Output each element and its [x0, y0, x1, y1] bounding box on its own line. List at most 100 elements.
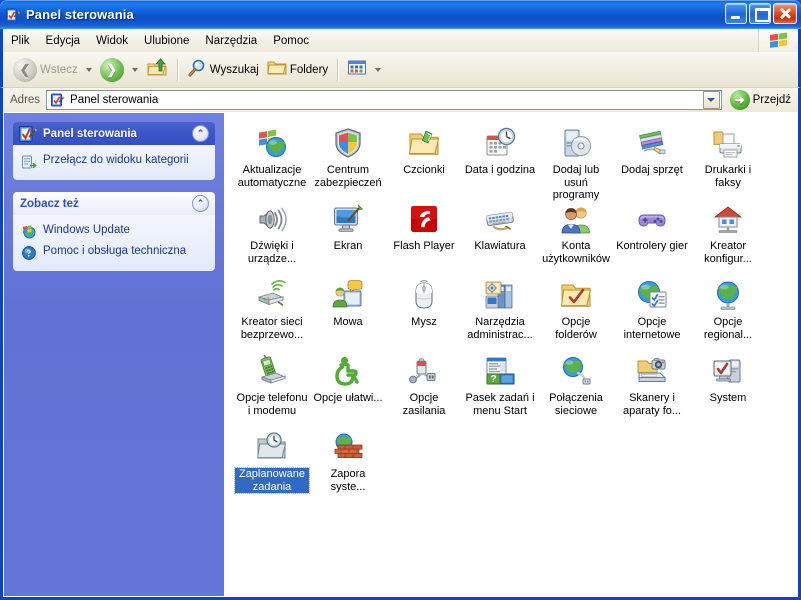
toolbar-separator-2 [337, 58, 339, 81]
address-input[interactable]: Panel sterowania [46, 90, 722, 110]
cp-item-label: Drukarki i faksy [704, 164, 752, 189]
add-remove-programs-icon [560, 127, 592, 159]
cp-item-printers-faxes[interactable]: Drukarki i faksy [691, 123, 765, 199]
cp-item-scanners-cameras[interactable]: Skanery i aparaty fo... [615, 351, 689, 427]
cp-item-scheduled-tasks[interactable]: Zaplanowane zadania [234, 427, 310, 503]
menu-bar: Plik Edycja Widok Ulubione Narzędzia Pom… [0, 29, 801, 52]
cp-item-label: Ekran [333, 240, 363, 252]
cp-item-add-remove-programs[interactable]: Dodaj lub usuń programy [539, 123, 613, 201]
cp-item-internet-options[interactable]: Opcje internetowe [615, 275, 689, 351]
cp-item-network-setup-wizard[interactable]: Kreator konfigur... [691, 199, 765, 275]
toolbar-separator [176, 58, 178, 81]
chevron-up-icon[interactable]: ⌃ [192, 195, 209, 212]
cp-item-taskbar-start-menu[interactable]: ? Pasek zadań i menu Start [463, 351, 537, 427]
add-hardware-icon [636, 127, 668, 159]
cp-item-phone-modem-options[interactable]: Opcje telefonu i modemu [235, 351, 309, 427]
go-button[interactable]: ➜ Przejdź [726, 89, 795, 111]
folders-button-label: Foldery [289, 63, 329, 76]
cp-item-display[interactable]: Ekran [311, 199, 385, 275]
folders-button[interactable]: Foldery [263, 56, 332, 84]
user-accounts-icon [560, 203, 592, 235]
views-dropdown-icon[interactable] [375, 67, 382, 72]
cp-item-label: Konta użytkowników [542, 240, 610, 265]
sidebar-panel-control-panel: Panel sterowania ⌃ Przełącz do widoku ka… [13, 122, 215, 180]
cp-item-label: Narzędzia administrac... [467, 316, 533, 341]
views-button[interactable] [343, 56, 371, 84]
close-button[interactable] [773, 3, 797, 24]
address-dropdown-button[interactable] [702, 91, 720, 109]
cp-item-speech[interactable]: Mowa [311, 275, 385, 351]
maximize-button[interactable] [749, 3, 771, 24]
chevron-up-icon[interactable]: ⌃ [192, 125, 209, 142]
sidebar-panel-header-2[interactable]: Zobacz też ⌃ [13, 192, 215, 215]
green-arrow-right-icon: ➜ [729, 90, 750, 110]
sidebar-link-windows-update[interactable]: Windows Update [21, 221, 207, 242]
sidebar: Panel sterowania ⌃ Przełącz do widoku ka… [4, 113, 224, 596]
scheduled-tasks-icon [256, 431, 288, 463]
sidebar-link-help-and-support[interactable]: ? Pomoc i obsługa techniczna [21, 242, 207, 263]
cp-item-system[interactable]: System [691, 351, 765, 427]
taskbar-start-menu-icon: ? [484, 355, 516, 387]
speech-icon [332, 279, 364, 311]
cp-item-sounds-audio-devices[interactable]: Dźwięki i urządze... [235, 199, 309, 275]
explorer-window: Panel sterowania Plik Edycja Widok Ulubi… [0, 0, 801, 600]
power-options-icon [408, 355, 440, 387]
printers-faxes-icon [712, 127, 744, 159]
cp-item-windows-firewall[interactable]: Zapora syste... [311, 427, 385, 503]
cp-item-user-accounts[interactable]: Konta użytkowników [539, 199, 613, 275]
cp-item-administrative-tools[interactable]: Narzędzia administrac... [463, 275, 537, 351]
cp-item-accessibility-options[interactable]: Opcje ułatwi... [311, 351, 385, 427]
cp-item-label: System [709, 392, 747, 404]
menu-item-tools[interactable]: Narzędzia [197, 33, 265, 49]
forward-button[interactable]: ❯ [96, 56, 128, 84]
menu-item-edit[interactable]: Edycja [38, 33, 89, 49]
sidebar-panel-see-also: Zobacz też ⌃ Windows Update ? Pomoc i ob… [13, 192, 215, 271]
cp-item-network-connections[interactable]: Połączenia sieciowe [539, 351, 613, 427]
back-button[interactable]: ❮ Wstecz [9, 56, 82, 84]
forward-dropdown-icon[interactable] [131, 67, 138, 72]
cp-item-regional-options[interactable]: Opcje regional... [691, 275, 765, 351]
cp-item-flash-player[interactable]: Flash Player [387, 199, 461, 275]
cp-item-label: Skanery i aparaty fo... [622, 392, 682, 417]
cp-item-keyboard[interactable]: Klawiatura [463, 199, 537, 275]
cp-item-power-options[interactable]: Opcje zasilania [387, 351, 461, 427]
keyboard-icon [484, 203, 516, 235]
control-panel-icon [50, 92, 66, 108]
cp-item-label: Dodaj lub usuń programy [552, 164, 600, 201]
control-panel-grid: Aktualizacje automatyczne Centrum zabezp… [224, 123, 797, 503]
fonts-folder-icon [408, 127, 440, 159]
cp-item-mouse[interactable]: Mysz [387, 275, 461, 351]
internet-options-icon [636, 279, 668, 311]
back-dropdown-icon[interactable] [85, 67, 92, 72]
sidebar-panel-body: Przełącz do widoku kategorii [13, 145, 215, 180]
minimize-button[interactable] [725, 3, 747, 24]
cp-item-label: Opcje telefonu i modemu [236, 392, 308, 417]
cp-item-folder-options[interactable]: Opcje folderów [539, 275, 613, 351]
sidebar-link-label-2: Windows Update [43, 224, 130, 236]
menu-item-help[interactable]: Pomoc [265, 33, 317, 49]
phone-modem-icon [256, 355, 288, 387]
menu-item-view[interactable]: Widok [88, 33, 136, 49]
menu-item-favorites[interactable]: Ulubione [136, 33, 197, 49]
up-button[interactable] [142, 56, 172, 84]
menu-item-file[interactable]: Plik [3, 33, 38, 49]
network-connections-icon [560, 355, 592, 387]
wireless-network-wizard-icon [256, 279, 288, 311]
forward-arrow-icon: ❯ [99, 57, 124, 82]
sidebar-panel-title: Panel sterowania [43, 127, 137, 140]
search-button[interactable]: Wyszukaj [183, 56, 263, 84]
cp-item-fonts[interactable]: Czcionki [387, 123, 461, 199]
cp-item-game-controllers[interactable]: Kontrolery gier [615, 199, 689, 275]
sidebar-link-switch-to-category-view[interactable]: Przełącz do widoku kategorii [21, 151, 207, 172]
cp-item-wireless-network-wizard[interactable]: Kreator sieci bezprzewo... [235, 275, 309, 351]
cp-item-date-time[interactable]: Data i godzina [463, 123, 537, 199]
cp-item-label: Dodaj sprzęt [621, 164, 683, 176]
cp-item-add-hardware[interactable]: Dodaj sprzęt [615, 123, 689, 199]
title-bar: Panel sterowania [0, 0, 801, 29]
sidebar-panel-header[interactable]: Panel sterowania ⌃ [13, 122, 215, 145]
cp-item-automatic-updates[interactable]: Aktualizacje automatyczne [235, 123, 309, 199]
address-bar: Adres Panel sterowania ➜ Przejdź [0, 88, 801, 112]
cp-item-label: Klawiatura [474, 240, 526, 252]
regional-options-icon [712, 279, 744, 311]
cp-item-security-center[interactable]: Centrum zabezpieczeń [311, 123, 385, 199]
